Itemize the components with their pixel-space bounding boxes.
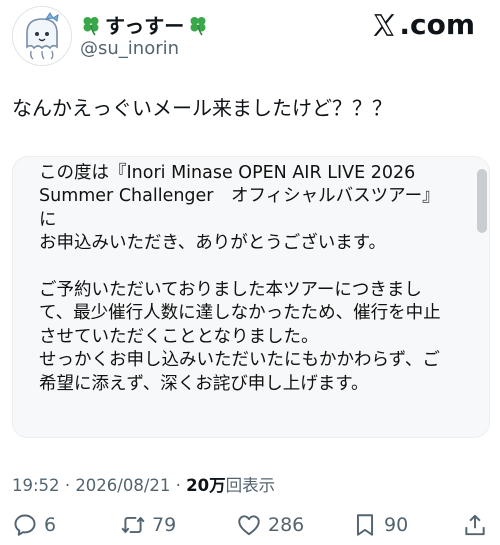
display-name-row[interactable]: すっすー <box>80 10 209 39</box>
avatar[interactable] <box>12 6 72 66</box>
bookmark-icon <box>356 514 374 536</box>
bookmark-count: 90 <box>384 514 409 536</box>
post-date[interactable]: 2026/08/21 <box>75 476 170 495</box>
share-button[interactable] <box>462 508 488 542</box>
like-count: 286 <box>268 514 305 536</box>
action-bar: 6 79 286 90 <box>0 508 500 542</box>
brand-text: .com <box>399 8 475 41</box>
reply-count: 6 <box>44 514 57 536</box>
like-button[interactable]: 286 <box>236 508 304 542</box>
image-text-line: せっかくお申し込みいただいたにもかかわらず、ご <box>39 350 440 371</box>
repost-button[interactable]: 79 <box>120 508 176 542</box>
meta-separator: · <box>175 476 181 495</box>
post-meta: 19:52 · 2026/08/21 · 20万回表示 <box>12 472 275 496</box>
scrollbar-thumb[interactable] <box>477 169 487 233</box>
image-text-line: Summer Challenger オフィシャルバスツアー』 <box>39 186 440 207</box>
image-text-line: て、最少催行人数に達しなかったため、催行を中止 <box>39 303 441 324</box>
user-handle[interactable]: @su_inorin <box>80 38 179 59</box>
post: すっすー @su_inorin .com なんかえっぐいメール来ましたけど？？？… <box>0 0 500 545</box>
repost-count: 79 <box>152 514 177 536</box>
image-text-line: 希望に添えず、深くお詫び申し上げます。 <box>39 373 369 394</box>
four-leaf-clover-icon <box>190 16 206 35</box>
display-name: すっすー <box>105 14 185 38</box>
tweet-text: なんかえっぐいメール来ましたけど？？？ <box>12 96 392 120</box>
x-com-brand: .com <box>371 8 475 41</box>
repost-icon <box>121 516 145 534</box>
image-text-blank-line <box>39 256 479 279</box>
image-text-block: この度は『Inori Minase OPEN AIR LIVE 2026 Sum… <box>39 162 479 396</box>
image-text-line: この度は『Inori Minase OPEN AIR LIVE 2026 <box>39 163 416 183</box>
meta-separator: · <box>64 476 71 495</box>
image-text-line: に <box>39 209 57 230</box>
bookmark-button[interactable]: 90 <box>352 508 408 542</box>
post-time[interactable]: 19:52 <box>12 476 60 495</box>
reply-button[interactable]: 6 <box>12 508 56 542</box>
attached-image-card[interactable]: この度は『Inori Minase OPEN AIR LIVE 2026 Sum… <box>12 156 490 438</box>
reply-icon <box>14 514 36 536</box>
view-count-label: 回表示 <box>225 476 276 495</box>
view-count[interactable]: 20万 <box>186 476 225 495</box>
share-icon <box>465 514 485 536</box>
avatar-character-icon <box>13 7 71 65</box>
image-text-line: お申込みいただき、ありがとうございます。 <box>39 233 387 254</box>
four-leaf-clover-icon <box>83 16 99 35</box>
image-text-line: させていただくこととなりました。 <box>39 326 319 347</box>
image-text-line: ご予約いただいておりました本ツアーにつきまし <box>39 279 422 300</box>
x-logo-icon <box>374 13 395 36</box>
heart-icon <box>238 515 260 536</box>
